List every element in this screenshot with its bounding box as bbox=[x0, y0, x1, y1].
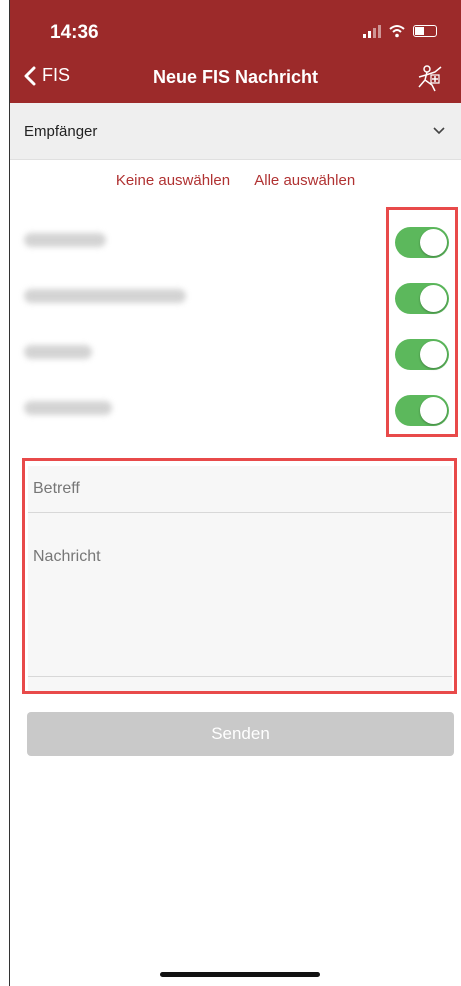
home-indicator bbox=[160, 972, 320, 977]
app-frame: 14:36 FIS Neue FIS Nachricht Empfänger K… bbox=[9, 0, 461, 986]
selection-links: Keine auswählen Alle auswählen bbox=[10, 172, 461, 189]
contact-name-blurred bbox=[24, 401, 112, 415]
battery-icon bbox=[413, 25, 437, 37]
status-time: 14:36 bbox=[50, 22, 99, 43]
contact-name-blurred bbox=[24, 345, 92, 359]
highlight-box-toggles bbox=[386, 207, 458, 437]
fis-logo-icon bbox=[418, 65, 442, 92]
signal-icon bbox=[363, 24, 381, 38]
recipients-dropdown[interactable]: Empfänger bbox=[10, 103, 461, 160]
contact-name-blurred bbox=[24, 289, 186, 303]
status-icons bbox=[363, 24, 437, 38]
status-bar: 14:36 bbox=[10, 0, 461, 53]
select-none-link[interactable]: Keine auswählen bbox=[116, 172, 230, 189]
highlight-box-form bbox=[22, 458, 457, 694]
select-all-link[interactable]: Alle auswählen bbox=[254, 172, 355, 189]
page-title: Neue FIS Nachricht bbox=[152, 67, 319, 87]
contact-name-blurred bbox=[24, 233, 106, 247]
recipients-label: Empfänger bbox=[24, 122, 98, 140]
send-button[interactable]: Senden bbox=[27, 712, 454, 756]
wifi-icon bbox=[389, 25, 405, 38]
nav-bar: FIS Neue FIS Nachricht bbox=[10, 53, 461, 103]
chevron-down-icon bbox=[433, 127, 445, 135]
